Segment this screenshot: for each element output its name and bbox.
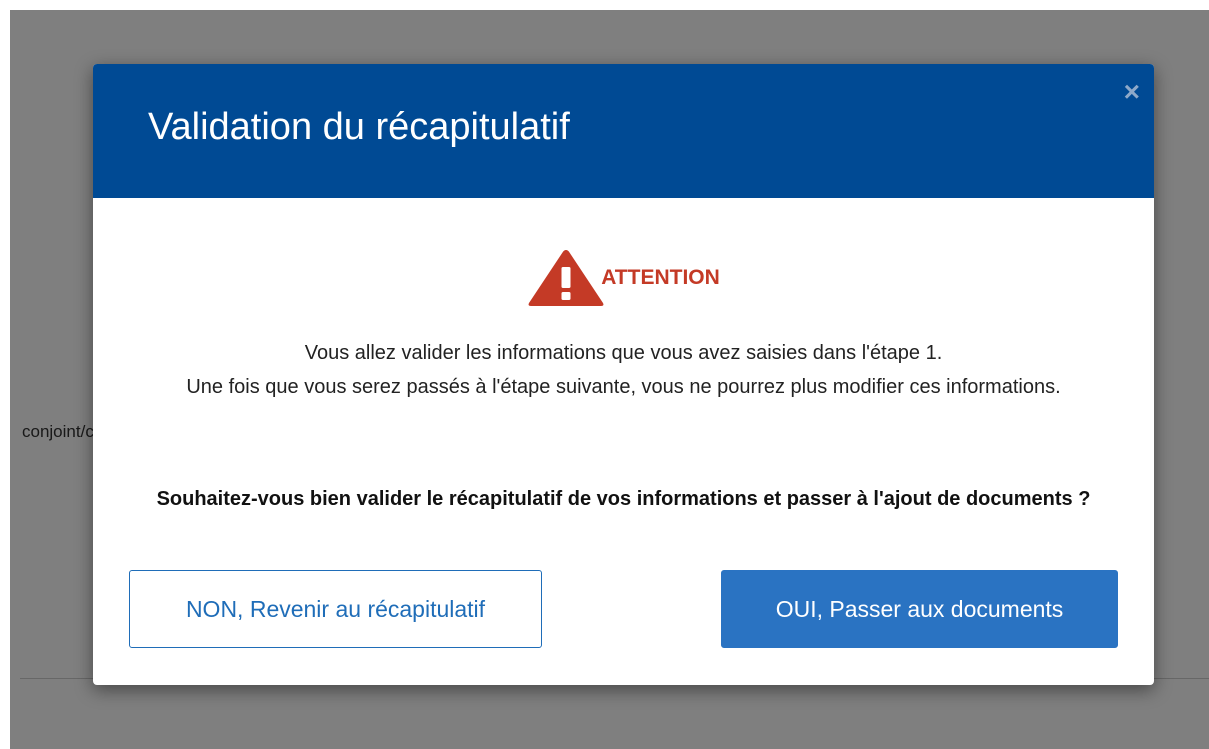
warning-banner: ATTENTION — [93, 248, 1154, 308]
message-line-2: Une fois que vous serez passés à l'étape… — [186, 376, 1061, 398]
back-to-summary-button[interactable]: NON, Revenir au récapitulatif — [129, 570, 542, 648]
message-line-1: Vous allez valider les informations que … — [304, 342, 943, 364]
modal-title: Validation du récapitulatif — [148, 106, 570, 148]
warning-label: ATTENTION — [601, 266, 720, 289]
modal-header: Validation du récapitulatif × — [93, 64, 1154, 198]
go-to-documents-button[interactable]: OUI, Passer aux documents — [721, 570, 1118, 648]
close-icon[interactable]: × — [1124, 78, 1140, 106]
warning-triangle-icon — [528, 250, 604, 306]
confirmation-question: Souhaitez-vous bien valider le récapitul… — [156, 488, 1091, 510]
modal-message: Vous allez valider les informations que … — [143, 336, 1104, 404]
validation-modal: Validation du récapitulatif × ATTENTION … — [93, 64, 1154, 685]
